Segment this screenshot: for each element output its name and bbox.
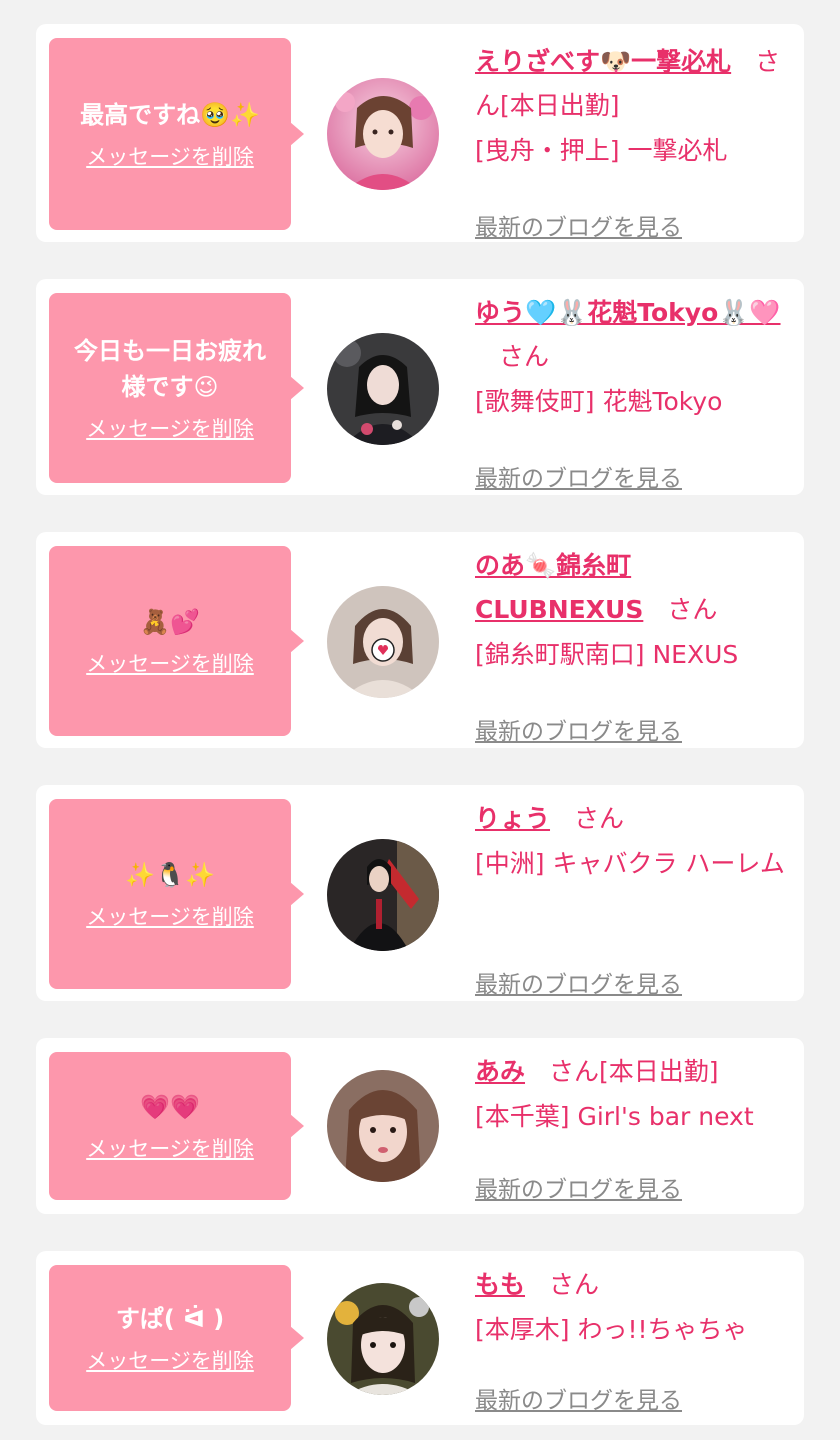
message-list: 最高ですね🥹✨ メッセージを削除 えりざべす🐶一撃必札 さん[本日出勤] [曳舟… (36, 24, 804, 1425)
delete-message-link[interactable]: メッセージを削除 (86, 1347, 254, 1375)
honorific: さん (574, 804, 625, 833)
message-text: 💗💗 (140, 1093, 200, 1121)
shop-name: [本厚木] わっ!!ちゃちゃ (475, 1315, 748, 1344)
shop-name: [曳舟・押上] 一撃必札 (475, 136, 728, 165)
blog-link[interactable]: 最新のブログを見る (475, 208, 682, 242)
message-bubble: すぱ( ᐛ ) メッセージを削除 (49, 1265, 304, 1411)
message-text: 最高ですね🥹✨ (80, 101, 260, 129)
message-text: 🧸💕 (140, 608, 200, 636)
cast-info: あみ さん[本日出勤] [本千葉] Girl's bar next 最新のブログを… (475, 1050, 795, 1203)
honorific: さん (667, 595, 718, 624)
attendance-badge: [本日出勤] (500, 91, 620, 120)
blog-link[interactable]: 最新のブログを見る (475, 1170, 682, 1204)
message-text: 今日も一日お疲れ 様です😉 (74, 337, 266, 401)
message-bubble: 最高ですね🥹✨ メッセージを削除 (49, 38, 304, 230)
cast-info: ゆう🩵🐰花魁Tokyo🐰🩷 さん [歌舞伎町] 花魁Tokyo 最新のブログを見る (475, 291, 795, 492)
cast-name-link[interactable]: のあ🍬錦糸町CLUBNEXUS (475, 551, 643, 624)
list-item: ✨🐧✨ メッセージを削除 りょう さん [中洲] キャバクラ ハーレム 最新のブロ… (36, 785, 804, 1001)
cast-name-link[interactable]: あみ (475, 1057, 525, 1086)
cast-name-link[interactable]: えりざべす🐶一撃必札 (475, 47, 731, 76)
delete-message-link[interactable]: メッセージを削除 (86, 143, 254, 171)
message-bubble: 🧸💕 メッセージを削除 (49, 546, 304, 736)
avatar[interactable] (327, 1283, 439, 1395)
delete-message-link[interactable]: メッセージを削除 (86, 1135, 254, 1163)
cast-name-link[interactable]: りょう (475, 804, 550, 833)
message-bubble: 💗💗 メッセージを削除 (49, 1052, 304, 1200)
honorific: さん (499, 342, 550, 371)
shop-name: [錦糸町駅南口] NEXUS (475, 640, 739, 669)
delete-message-link[interactable]: メッセージを削除 (86, 415, 254, 443)
blog-link[interactable]: 最新のブログを見る (475, 1381, 682, 1415)
shop-name: [中洲] キャバクラ ハーレム (475, 849, 785, 878)
cast-info: りょう さん [中洲] キャバクラ ハーレム 最新のブログを見る (475, 797, 795, 998)
attendance-badge: [本日出勤] (599, 1057, 719, 1086)
list-item: 🧸💕 メッセージを削除 のあ🍬錦糸町CLUBNEXUS さん [錦糸町駅南口] N… (36, 532, 804, 748)
shop-name: [本千葉] Girl's bar next (475, 1102, 754, 1131)
shop-name: [歌舞伎町] 花魁Tokyo (475, 387, 723, 416)
avatar[interactable] (327, 839, 439, 951)
avatar[interactable] (327, 333, 439, 445)
list-item: 今日も一日お疲れ 様です😉 メッセージを削除 ゆう🩵🐰花魁Tokyo🐰🩷 さん [… (36, 279, 804, 495)
list-item: すぱ( ᐛ ) メッセージを削除 もも さん [本厚木] わっ!!ちゃちゃ 最新の… (36, 1251, 804, 1425)
avatar[interactable] (327, 1070, 439, 1182)
cast-info: えりざべす🐶一撃必札 さん[本日出勤] [曳舟・押上] 一撃必札 最新のブログを見… (475, 40, 795, 241)
message-bubble: 今日も一日お疲れ 様です😉 メッセージを削除 (49, 293, 304, 483)
delete-message-link[interactable]: メッセージを削除 (86, 650, 254, 678)
honorific: さん (549, 1270, 600, 1299)
message-bubble: ✨🐧✨ メッセージを削除 (49, 799, 304, 989)
list-item: 最高ですね🥹✨ メッセージを削除 えりざべす🐶一撃必札 さん[本日出勤] [曳舟… (36, 24, 804, 242)
message-text: ✨🐧✨ (125, 861, 215, 889)
cast-name-link[interactable]: ゆう🩵🐰花魁Tokyo🐰🩷 (475, 298, 781, 327)
avatar[interactable] (327, 78, 439, 190)
blog-link[interactable]: 最新のブログを見る (475, 712, 682, 746)
blog-link[interactable]: 最新のブログを見る (475, 459, 682, 493)
message-text: すぱ( ᐛ ) (115, 1305, 225, 1333)
blog-link[interactable]: 最新のブログを見る (475, 965, 682, 999)
delete-message-link[interactable]: メッセージを削除 (86, 903, 254, 931)
cast-info: のあ🍬錦糸町CLUBNEXUS さん [錦糸町駅南口] NEXUS 最新のブログを… (475, 544, 795, 745)
cast-info: もも さん [本厚木] わっ!!ちゃちゃ 最新のブログを見る (475, 1263, 795, 1414)
avatar[interactable] (327, 586, 439, 698)
list-item: 💗💗 メッセージを削除 あみ さん[本日出勤] [本千葉] Girl's bar … (36, 1038, 804, 1214)
honorific: さん (549, 1057, 600, 1086)
cast-name-link[interactable]: もも (475, 1270, 525, 1299)
